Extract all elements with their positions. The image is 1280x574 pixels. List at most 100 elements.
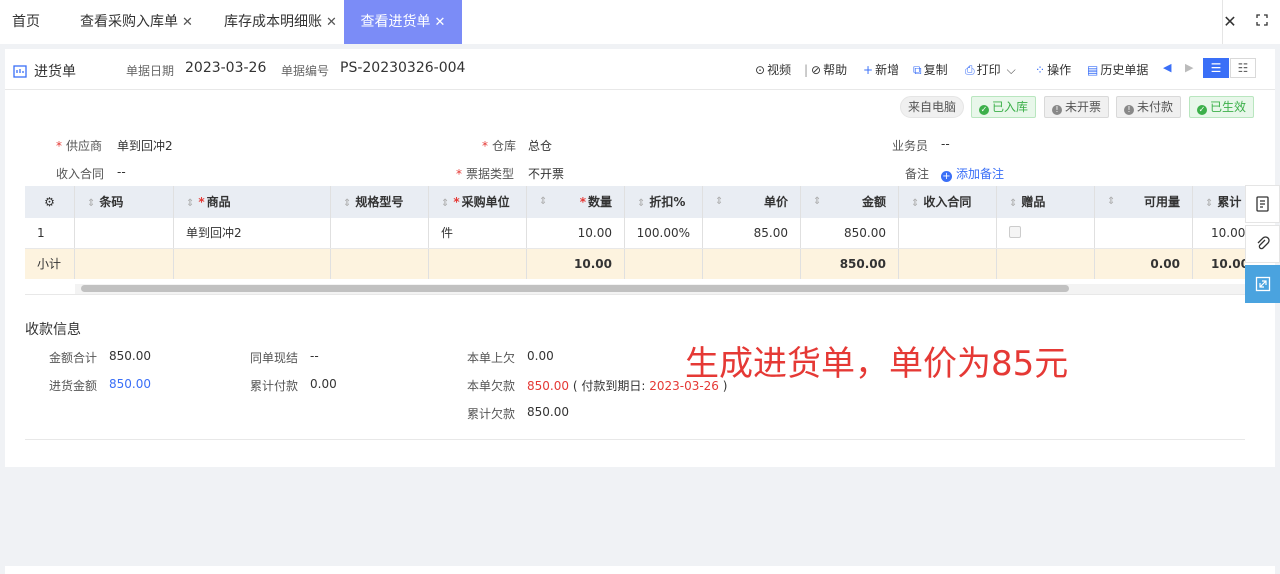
divider bbox=[25, 294, 1245, 295]
total-value: 850.00 bbox=[109, 349, 151, 363]
note-icon[interactable] bbox=[1245, 185, 1280, 223]
history-button[interactable]: ▤ 历史单据 bbox=[1087, 61, 1148, 79]
cell-gift[interactable] bbox=[997, 218, 1095, 248]
product-table: ⚙ ⇕ 条码 ⇕ * 商品 ⇕ 规格型号 ⇕ * 采购单位 ⇕ * 数量 ⇕ 折扣% ⇕ 单价 ⇕ 金… bbox=[25, 186, 1245, 283]
sort-icon: ⇕ bbox=[715, 196, 724, 207]
copy-icon: ⧉ bbox=[913, 63, 922, 77]
subtotal-available: 0.00 bbox=[1095, 249, 1193, 279]
warehouse-label: * 仓库 bbox=[482, 139, 517, 153]
print-button[interactable]: ⎙ 打印 ⌵ bbox=[965, 61, 1016, 79]
effective-badge: ✓ 已生效 bbox=[1189, 96, 1255, 118]
source-badge: 来自电脑 bbox=[900, 96, 965, 118]
subtotal-label: 小计 bbox=[25, 249, 75, 279]
header-contract[interactable]: ⇕ 收入合同 bbox=[899, 186, 997, 218]
sort-icon: ⇕ bbox=[1009, 198, 1018, 209]
play-icon: ⊙ bbox=[755, 63, 766, 77]
close-all-icon[interactable]: ✕ bbox=[1220, 0, 1240, 44]
next-arrow-icon[interactable]: ▶ bbox=[1185, 61, 1193, 74]
sort-icon: ⇕ bbox=[441, 198, 450, 209]
warehouse-value: 总仓 bbox=[528, 139, 553, 153]
header-unit[interactable]: ⇕ * 采购单位 bbox=[429, 186, 527, 218]
close-icon[interactable]: ✕ bbox=[435, 15, 446, 30]
header-gift[interactable]: ⇕ 赠品 bbox=[997, 186, 1095, 218]
header-cumulative[interactable]: ⇕ 累计 bbox=[1193, 186, 1245, 218]
date-label: 单据日期 bbox=[126, 64, 175, 78]
cash-value: -- bbox=[310, 349, 319, 363]
header-spec[interactable]: ⇕ 规格型号 bbox=[331, 186, 429, 218]
tab-purchase-receipt[interactable]: 查看采购入库单 ✕ bbox=[80, 0, 193, 44]
sort-icon: ⇕ bbox=[343, 198, 352, 209]
divider bbox=[5, 89, 1275, 90]
top-tab-bar: 首页 查看采购入库单 ✕ 库存成本明细账 ✕ 查看进货单 ✕ ✕ bbox=[0, 0, 1280, 44]
cum-debt-value: 850.00 bbox=[527, 405, 569, 419]
header-product[interactable]: ⇕ * 商品 bbox=[174, 186, 331, 218]
prev-arrow-icon[interactable]: ◀ bbox=[1163, 61, 1171, 74]
document-card: 进货单 单据日期 2023-03-26 单据编号 PS-20230326-004… bbox=[5, 49, 1275, 467]
video-button[interactable]: ⊙ 视频 bbox=[755, 61, 791, 79]
debt-label: 本单欠款 bbox=[467, 379, 516, 393]
cell-discount[interactable]: 100.00% bbox=[625, 218, 703, 248]
gift-checkbox[interactable] bbox=[1009, 226, 1021, 238]
chevron-down-icon[interactable]: ⌵ bbox=[1007, 63, 1016, 77]
header-amount[interactable]: ⇕ 金额 bbox=[801, 186, 899, 218]
prev-debt-label: 本单上欠 bbox=[467, 351, 516, 365]
purchase-amount-value[interactable]: 850.00 bbox=[109, 377, 151, 391]
cash-label: 同单现结 bbox=[250, 351, 299, 365]
sort-icon: ⇕ bbox=[637, 198, 646, 209]
cell-unit[interactable]: 件 bbox=[429, 218, 527, 248]
help-button[interactable]: ⊘ 帮助 bbox=[811, 61, 847, 79]
footer-strip bbox=[5, 566, 1275, 574]
header-qty[interactable]: ⇕ * 数量 bbox=[527, 186, 625, 218]
cell-price[interactable]: 85.00 bbox=[703, 218, 801, 248]
tab-home[interactable]: 首页 bbox=[12, 0, 40, 44]
subtotal-amount: 850.00 bbox=[801, 249, 899, 279]
sort-icon: ⇕ bbox=[1107, 196, 1116, 207]
doc-tab[interactable]: 进货单 bbox=[10, 55, 118, 89]
purchase-doc-icon bbox=[10, 55, 30, 89]
list-view-icon[interactable]: ☰ bbox=[1203, 58, 1229, 78]
cell-barcode[interactable] bbox=[75, 218, 174, 248]
subtotal-qty: 10.00 bbox=[527, 249, 625, 279]
table-header: ⚙ ⇕ 条码 ⇕ * 商品 ⇕ 规格型号 ⇕ * 采购单位 ⇕ * 数量 ⇕ 折扣% ⇕ 单价 ⇕ 金… bbox=[25, 186, 1245, 218]
expand-icon[interactable] bbox=[1245, 265, 1280, 303]
remark-label: 备注 bbox=[905, 167, 930, 181]
cell-amount[interactable]: 850.00 bbox=[801, 218, 899, 248]
salesman-label: 业务员 bbox=[892, 139, 929, 153]
header-discount[interactable]: ⇕ 折扣% bbox=[625, 186, 703, 218]
tab-inventory-cost[interactable]: 库存成本明细账 ✕ bbox=[224, 0, 337, 44]
close-icon[interactable]: ✕ bbox=[326, 15, 337, 30]
table-row[interactable]: 1 单到回冲2 件 10.00 100.00% 85.00 850.00 10.… bbox=[25, 218, 1245, 249]
subtotal-cumulative: 10.00 bbox=[1193, 249, 1245, 279]
column-settings-icon[interactable]: ⚙ bbox=[25, 186, 75, 218]
info-icon: ! bbox=[1124, 105, 1134, 115]
cell-product[interactable]: 单到回冲2 bbox=[174, 218, 331, 248]
add-remark-link[interactable]: + 添加备注 bbox=[941, 165, 1004, 182]
cell-contract[interactable] bbox=[899, 218, 997, 248]
cell-qty[interactable]: 10.00 bbox=[527, 218, 625, 248]
detail-view-icon[interactable]: ☷ bbox=[1230, 58, 1256, 78]
header-available[interactable]: ⇕ 可用量 bbox=[1095, 186, 1193, 218]
purchase-amount-label: 进货金额 bbox=[49, 379, 98, 393]
plus-icon: + bbox=[941, 171, 952, 182]
salesman-value: -- bbox=[941, 137, 950, 151]
paid-label: 累计付款 bbox=[250, 379, 299, 393]
add-button[interactable]: + 新增 bbox=[863, 61, 899, 79]
close-icon[interactable]: ✕ bbox=[182, 15, 193, 30]
operate-button[interactable]: ⁘ 操作 bbox=[1035, 61, 1071, 79]
tab-view-purchase[interactable]: 查看进货单 ✕ bbox=[344, 0, 462, 44]
header-price[interactable]: ⇕ 单价 bbox=[703, 186, 801, 218]
contract-label: 收入合同 bbox=[56, 167, 105, 181]
scrollbar-thumb[interactable] bbox=[81, 285, 1069, 292]
help-icon: ⊘ bbox=[811, 63, 822, 77]
subtotal-row: 小计 10.00 850.00 0.00 10.00 bbox=[25, 249, 1245, 279]
stored-badge: ✓ 已入库 bbox=[971, 96, 1037, 118]
right-float-toolbar bbox=[1245, 185, 1280, 303]
cell-spec[interactable] bbox=[331, 218, 429, 248]
invoice-badge: ! 未开票 bbox=[1044, 96, 1110, 118]
fullscreen-icon[interactable] bbox=[1252, 0, 1272, 44]
invoice-type-value: 不开票 bbox=[528, 167, 565, 181]
attachment-icon[interactable] bbox=[1245, 225, 1280, 263]
document-icon: ▤ bbox=[1087, 63, 1099, 77]
copy-button[interactable]: ⧉ 复制 bbox=[913, 61, 948, 79]
header-barcode[interactable]: ⇕ 条码 bbox=[75, 186, 174, 218]
